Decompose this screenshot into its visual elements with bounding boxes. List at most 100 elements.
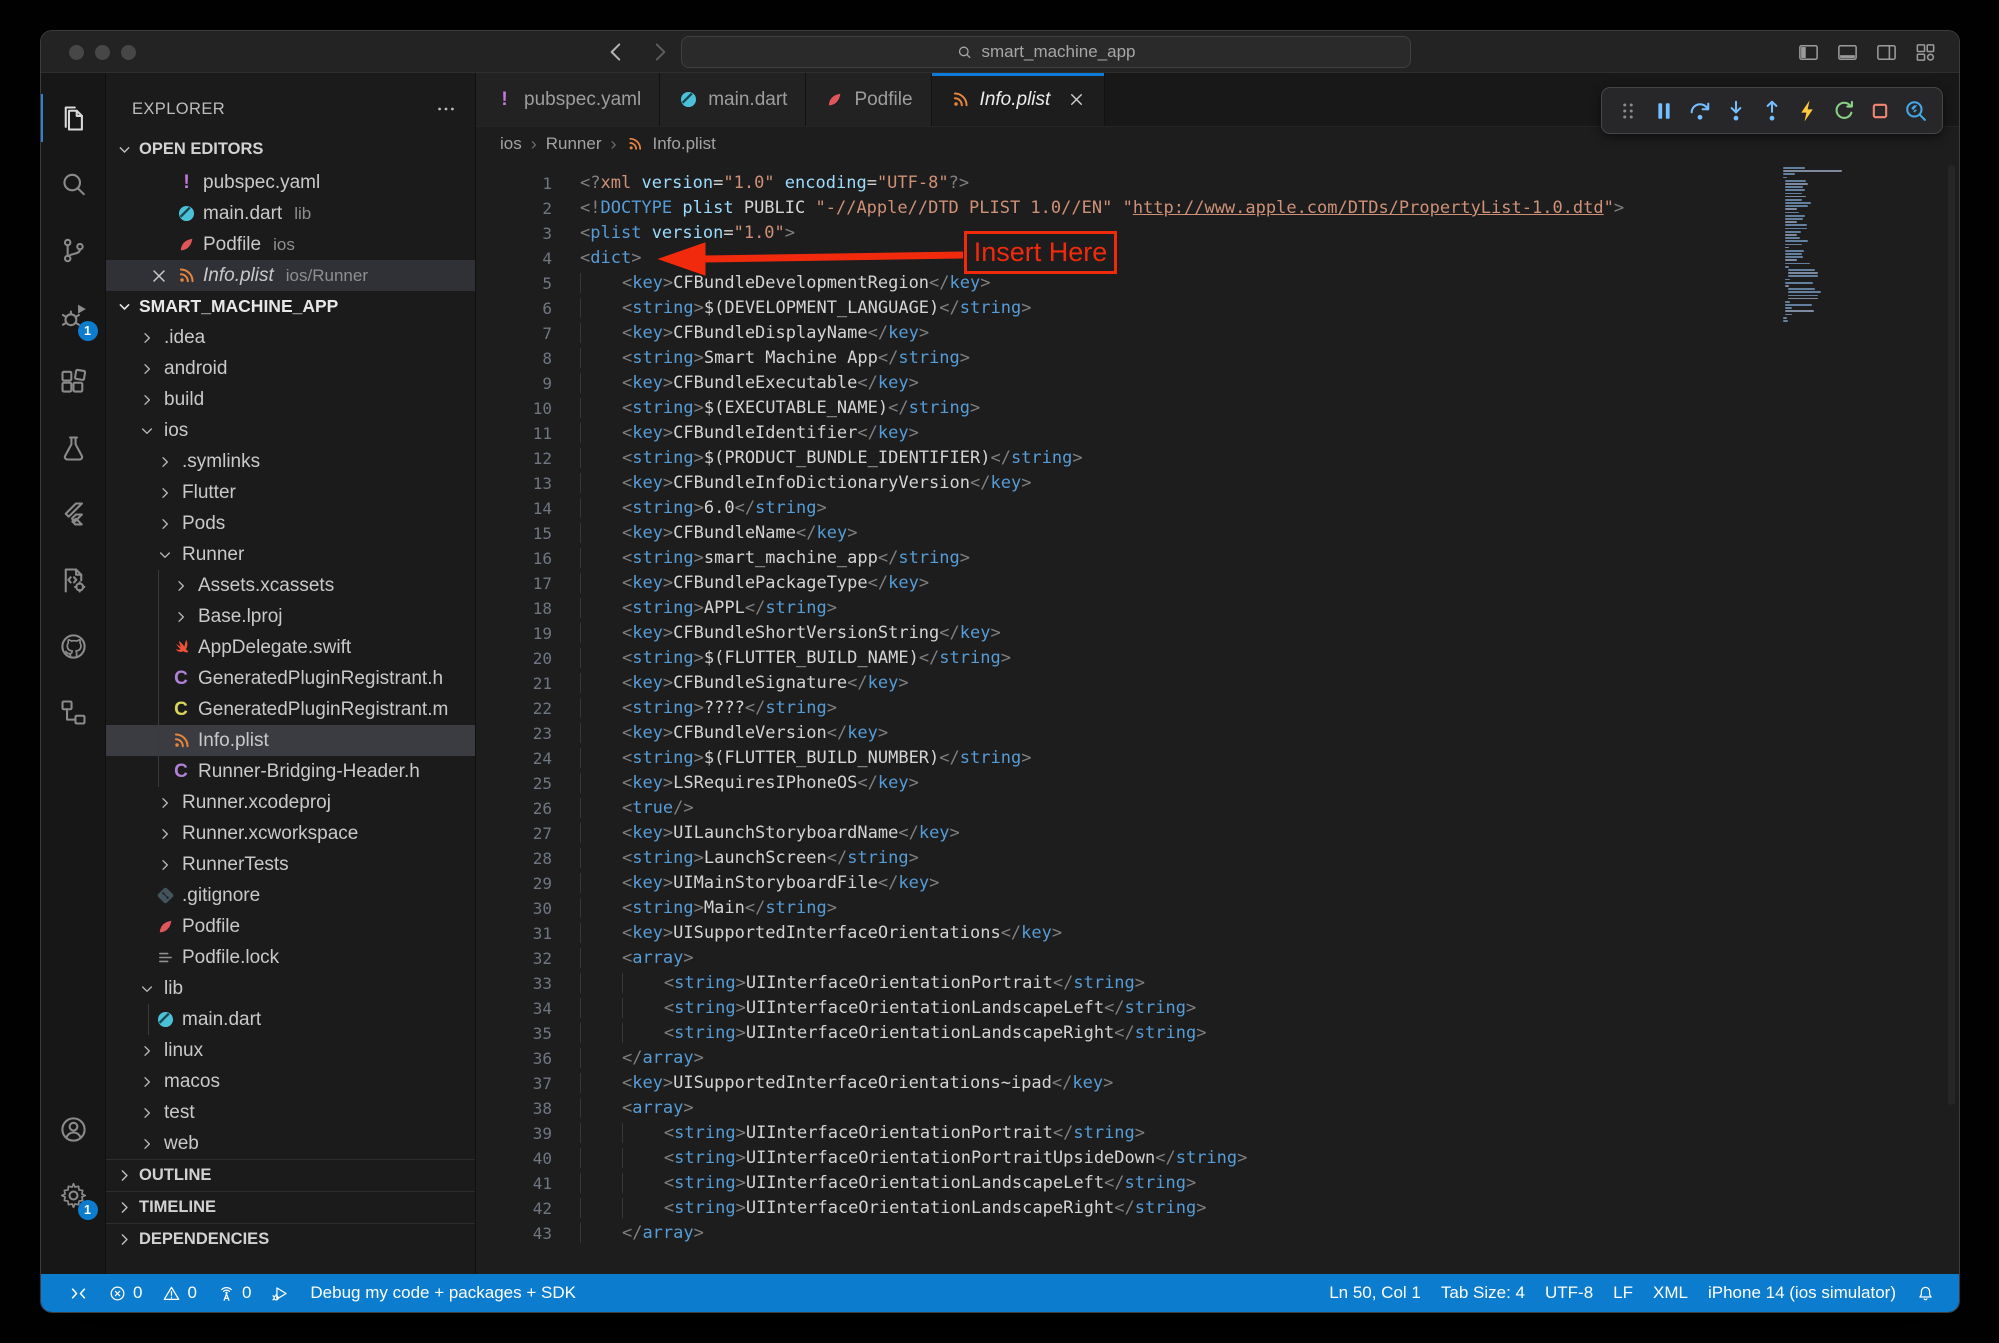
line-number[interactable]: 12 bbox=[476, 446, 552, 471]
toggle-primary-sidebar-button[interactable] bbox=[1797, 41, 1820, 64]
line-number[interactable]: 24 bbox=[476, 746, 552, 771]
section-outline[interactable]: OUTLINE bbox=[106, 1159, 475, 1191]
activity-bar-run-and-debug[interactable]: 1 bbox=[41, 283, 106, 349]
code-line[interactable]: <key>UILaunchStoryboardName</key> bbox=[580, 821, 1624, 846]
code-line[interactable]: <string>6.0</string> bbox=[580, 496, 1624, 521]
tree-item-RunnerTests[interactable]: RunnerTests bbox=[106, 849, 475, 880]
code-line[interactable]: <key>CFBundleDisplayName</key> bbox=[580, 321, 1624, 346]
line-number[interactable]: 20 bbox=[476, 646, 552, 671]
line-number[interactable]: 6 bbox=[476, 296, 552, 321]
tree-item-Info.plist[interactable]: Info.plist bbox=[106, 725, 475, 756]
code-line[interactable]: <array> bbox=[580, 1096, 1624, 1121]
line-number[interactable]: 16 bbox=[476, 546, 552, 571]
code-line[interactable]: <string>UIInterfaceOrientationPortrait</… bbox=[580, 971, 1624, 996]
tree-item-Assets.xcassets[interactable]: Assets.xcassets bbox=[106, 570, 475, 601]
code-line[interactable]: <key>CFBundleShortVersionString</key> bbox=[580, 621, 1624, 646]
tree-item-Runner.xcworkspace[interactable]: Runner.xcworkspace bbox=[106, 818, 475, 849]
code-line[interactable]: <string>UIInterfaceOrientationPortrait</… bbox=[580, 1121, 1624, 1146]
debug-stop-button[interactable] bbox=[1862, 92, 1898, 130]
toggle-secondary-sidebar-button[interactable] bbox=[1875, 41, 1898, 64]
line-number[interactable]: 37 bbox=[476, 1071, 552, 1096]
line-number[interactable]: 35 bbox=[476, 1021, 552, 1046]
code-line[interactable]: <string>$(DEVELOPMENT_LANGUAGE)</string> bbox=[580, 296, 1624, 321]
status-debug-config[interactable]: Debug my code + packages + SDK bbox=[300, 1274, 586, 1312]
line-number[interactable]: 8 bbox=[476, 346, 552, 371]
activity-bar-accounts[interactable] bbox=[41, 1096, 106, 1162]
line-number[interactable]: 33 bbox=[476, 971, 552, 996]
code-line[interactable]: <string>????</string> bbox=[580, 696, 1624, 721]
tree-item-.symlinks[interactable]: .symlinks bbox=[106, 446, 475, 477]
debug-step-out-button[interactable] bbox=[1754, 92, 1790, 130]
tree-item-Runner.xcodeproj[interactable]: Runner.xcodeproj bbox=[106, 787, 475, 818]
code-line[interactable]: <string>UIInterfaceOrientationLandscapeL… bbox=[580, 1171, 1624, 1196]
forward-button[interactable] bbox=[647, 39, 673, 65]
code-line[interactable]: </array> bbox=[580, 1221, 1624, 1246]
tree-item-Runner-Bridging-Header.h[interactable]: CRunner-Bridging-Header.h bbox=[106, 756, 475, 787]
tree-item-Pods[interactable]: Pods bbox=[106, 508, 475, 539]
tree-item-GeneratedPluginRegistrant.h[interactable]: CGeneratedPluginRegistrant.h bbox=[106, 663, 475, 694]
activity-bar-explorer[interactable] bbox=[41, 85, 106, 151]
tree-item-.idea[interactable]: .idea bbox=[106, 322, 475, 353]
activity-bar-search[interactable] bbox=[41, 151, 106, 217]
line-number[interactable]: 36 bbox=[476, 1046, 552, 1071]
tree-item-ios[interactable]: ios bbox=[106, 415, 475, 446]
code-line[interactable]: <array> bbox=[580, 946, 1624, 971]
open-editor-Info.plist[interactable]: Info.plist ios/Runner bbox=[106, 260, 475, 291]
code-editor[interactable]: 1234567891011121314151617181920212223242… bbox=[476, 161, 1959, 1274]
line-number[interactable]: 31 bbox=[476, 921, 552, 946]
tab-pubspec.yaml[interactable]: !pubspec.yaml bbox=[476, 73, 660, 126]
line-number[interactable]: 10 bbox=[476, 396, 552, 421]
code-line[interactable]: <string>$(PRODUCT_BUNDLE_IDENTIFIER)</st… bbox=[580, 446, 1624, 471]
status-indentation[interactable]: Tab Size: 4 bbox=[1431, 1274, 1535, 1312]
code-line[interactable]: <key>CFBundleVersion</key> bbox=[580, 721, 1624, 746]
status-cursor-position[interactable]: Ln 50, Col 1 bbox=[1319, 1274, 1431, 1312]
tree-item-macos[interactable]: macos bbox=[106, 1066, 475, 1097]
line-number[interactable]: 32 bbox=[476, 946, 552, 971]
tree-item-Runner[interactable]: Runner bbox=[106, 539, 475, 570]
code-line[interactable]: <key>CFBundleName</key> bbox=[580, 521, 1624, 546]
line-number[interactable]: 39 bbox=[476, 1121, 552, 1146]
activity-bar-source-control[interactable] bbox=[41, 217, 106, 283]
code-line[interactable]: <string>UIInterfaceOrientationLandscapeR… bbox=[580, 1196, 1624, 1221]
code-line[interactable]: <key>UIMainStoryboardFile</key> bbox=[580, 871, 1624, 896]
code-line[interactable]: <key>UISupportedInterfaceOrientations</k… bbox=[580, 921, 1624, 946]
activity-bar-testing[interactable] bbox=[41, 415, 106, 481]
line-number[interactable]: 2 bbox=[476, 196, 552, 221]
code-line[interactable]: <string>Main</string> bbox=[580, 896, 1624, 921]
code-line[interactable]: <!DOCTYPE plist PUBLIC "-//Apple//DTD PL… bbox=[580, 196, 1624, 221]
line-number[interactable]: 27 bbox=[476, 821, 552, 846]
line-number[interactable]: 11 bbox=[476, 421, 552, 446]
line-number[interactable]: 9 bbox=[476, 371, 552, 396]
line-number[interactable]: 25 bbox=[476, 771, 552, 796]
section-dependencies[interactable]: DEPENDENCIES bbox=[106, 1223, 475, 1255]
line-number[interactable]: 29 bbox=[476, 871, 552, 896]
code-line[interactable]: <?xml version="1.0" encoding="UTF-8"?> bbox=[580, 171, 1624, 196]
line-number[interactable]: 23 bbox=[476, 721, 552, 746]
tree-item-Base.lproj[interactable]: Base.lproj bbox=[106, 601, 475, 632]
debug-pause-button[interactable] bbox=[1646, 92, 1682, 130]
open-editor-pubspec.yaml[interactable]: ! pubspec.yaml bbox=[106, 167, 475, 198]
code-line[interactable]: </array> bbox=[580, 1046, 1624, 1071]
line-number[interactable]: 21 bbox=[476, 671, 552, 696]
code-line[interactable]: <string>$(FLUTTER_BUILD_NAME)</string> bbox=[580, 646, 1624, 671]
line-number[interactable]: 4 bbox=[476, 246, 552, 271]
line-number[interactable]: 1 bbox=[476, 171, 552, 196]
activity-bar-flutter[interactable] bbox=[41, 481, 106, 547]
status-errors[interactable]: 0 bbox=[98, 1274, 152, 1312]
status-warnings[interactable]: 0 bbox=[152, 1274, 206, 1312]
line-number[interactable]: 3 bbox=[476, 221, 552, 246]
line-number[interactable]: 40 bbox=[476, 1146, 552, 1171]
code-line[interactable]: <true/> bbox=[580, 796, 1624, 821]
tree-item-lib[interactable]: lib bbox=[106, 973, 475, 1004]
line-number[interactable]: 34 bbox=[476, 996, 552, 1021]
tree-item-Flutter[interactable]: Flutter bbox=[106, 477, 475, 508]
status-encoding[interactable]: UTF-8 bbox=[1535, 1274, 1603, 1312]
status-debug-session[interactable] bbox=[261, 1274, 300, 1312]
code-line[interactable]: <string>$(FLUTTER_BUILD_NUMBER)</string> bbox=[580, 746, 1624, 771]
code-line[interactable]: <string>UIInterfaceOrientationLandscapeR… bbox=[580, 1021, 1624, 1046]
tree-item-GeneratedPluginRegistrant.m[interactable]: CGeneratedPluginRegistrant.m bbox=[106, 694, 475, 725]
line-number[interactable]: 13 bbox=[476, 471, 552, 496]
toggle-panel-button[interactable] bbox=[1836, 41, 1859, 64]
customize-layout-button[interactable] bbox=[1914, 41, 1937, 64]
debug-restart-button[interactable] bbox=[1826, 92, 1862, 130]
